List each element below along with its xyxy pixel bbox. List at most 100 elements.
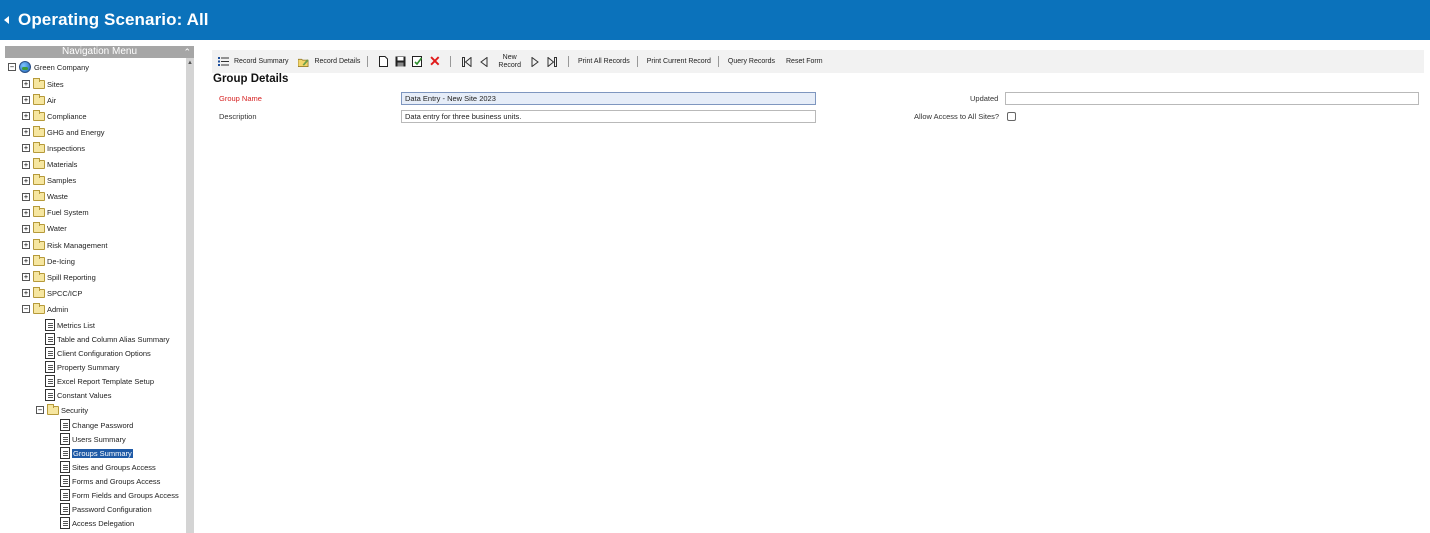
expand-icon[interactable]: + (22, 289, 30, 298)
first-record-icon[interactable] (461, 56, 472, 67)
folder-icon (33, 77, 45, 89)
nav-scrollbar[interactable]: ▲ (186, 58, 194, 533)
collapse-icon[interactable]: − (8, 63, 16, 71)
print-all-records-button[interactable]: Print All Records (578, 58, 630, 65)
list-icon (218, 56, 229, 67)
tree-item-label: Spill Reporting (47, 272, 96, 282)
tree-folder[interactable]: + Inspections (22, 141, 85, 155)
tree-item[interactable]: Property Summary (45, 360, 120, 374)
tree-item-label: Password Configuration (72, 504, 152, 514)
document-icon (60, 517, 70, 529)
expand-icon[interactable]: + (22, 241, 30, 249)
tree-item-label: Materials (47, 160, 78, 169)
folder-icon (33, 141, 45, 153)
navigation-menu-header: Navigation Menu ⌃ (5, 46, 194, 58)
previous-record-icon[interactable] (478, 56, 489, 67)
new-document-icon[interactable] (378, 56, 389, 67)
expand-icon[interactable]: + (22, 208, 30, 217)
folder-icon (33, 206, 45, 218)
collapse-icon[interactable]: − (22, 305, 30, 314)
collapse-arrow-icon[interactable] (4, 16, 9, 24)
expand-icon[interactable]: + (22, 192, 30, 201)
tree-folder[interactable]: + Risk Management (22, 238, 107, 252)
tree-root[interactable]: − Green Company (8, 60, 89, 74)
folder-icon (33, 254, 45, 266)
tree-item[interactable]: Metrics List (45, 318, 95, 332)
tree-item[interactable]: Forms and Groups Access (60, 474, 160, 488)
tree-folder[interactable]: + Fuel System (22, 206, 89, 220)
tree-folder[interactable]: + Air (22, 93, 56, 107)
last-record-icon[interactable] (547, 56, 558, 67)
collapse-menu-icon[interactable]: ⌃ (183, 46, 191, 58)
folder-icon (33, 109, 45, 121)
description-field[interactable]: Data entry for three business units. (401, 110, 816, 123)
tree-folder[interactable]: + Compliance (22, 109, 87, 123)
tree-item-label: Property Summary (57, 362, 120, 372)
tree-folder[interactable]: + SPCC/ICP (22, 286, 82, 300)
tree-item[interactable]: Access Delegation (60, 516, 134, 530)
record-summary-button[interactable]: Record Summary (215, 56, 288, 67)
new-record-label: New Record (498, 53, 521, 69)
description-label: Description (219, 112, 257, 121)
tree-folder[interactable]: + Materials (22, 158, 77, 172)
collapse-icon[interactable]: − (36, 406, 44, 414)
tree-item-label: Constant Values (57, 390, 112, 400)
expand-icon[interactable]: + (22, 257, 30, 266)
tree-folder-security[interactable]: − Security (36, 403, 88, 417)
query-records-button[interactable]: Query Records (728, 58, 775, 65)
expand-icon[interactable]: + (22, 160, 30, 169)
tree-item-label: Fuel System (47, 208, 89, 218)
navigation-menu: Navigation Menu ⌃ ▲ − Green Company + Sites… (5, 46, 194, 533)
tree-item[interactable]: Change Password (60, 418, 133, 432)
expand-icon[interactable]: + (22, 112, 30, 121)
reset-form-button[interactable]: Reset Form (786, 58, 823, 65)
expand-icon[interactable]: + (22, 80, 30, 88)
print-current-record-button[interactable]: Print Current Record (647, 58, 711, 65)
tree-folder[interactable]: + Water (22, 222, 67, 236)
tree-item[interactable]: Excel Report Template Setup (45, 374, 154, 388)
tree-item-label: Security (61, 405, 89, 415)
next-record-icon[interactable] (530, 56, 541, 67)
tree-item-label: De-Icing (47, 256, 75, 266)
tree-folder[interactable]: + Spill Reporting (22, 270, 96, 284)
delete-icon[interactable]: ✕ (429, 53, 441, 69)
expand-icon[interactable]: + (22, 128, 30, 137)
tree-item-selected[interactable]: Groups Summary (60, 446, 133, 460)
allow-access-checkbox[interactable] (1007, 112, 1016, 121)
tree-item[interactable]: Sites and Groups Access (60, 460, 156, 474)
tree-folder[interactable]: + GHG and Energy (22, 125, 105, 139)
save-and-close-icon[interactable] (412, 56, 423, 67)
tree-folder[interactable]: + Sites (22, 77, 64, 91)
tree-item[interactable]: Table and Column Alias Summary (45, 332, 170, 346)
folder-icon (47, 403, 59, 415)
tree-item-label: Green Company (34, 62, 90, 72)
tree-item-label: GHG and Energy (47, 127, 105, 137)
new-record-button[interactable]: New Record (498, 54, 521, 70)
tree-folder[interactable]: − Admin (22, 302, 68, 316)
tree-item[interactable]: Password Configuration (60, 502, 152, 516)
save-icon[interactable] (395, 56, 406, 67)
tree-item[interactable]: Constant Values (45, 388, 111, 402)
tree-item[interactable]: Form Fields and Groups Access (60, 488, 179, 502)
group-name-field[interactable]: Data Entry - New Site 2023 (401, 92, 816, 105)
expand-icon[interactable]: + (22, 96, 30, 105)
expand-icon[interactable]: + (22, 176, 30, 185)
expand-icon[interactable]: + (22, 273, 30, 282)
document-icon (60, 461, 70, 473)
record-details-button[interactable]: Record Details (295, 56, 360, 67)
tree-item-label: Client Configuration Options (57, 348, 151, 358)
tree-folder[interactable]: + Samples (22, 174, 76, 188)
updated-field[interactable] (1005, 92, 1419, 105)
expand-icon[interactable]: + (22, 144, 30, 153)
tree-item[interactable]: Users Summary (60, 432, 126, 446)
app-header: Operating Scenario: All (0, 0, 1430, 40)
tree-item-label: Air (47, 95, 57, 105)
tree-item-label: Metrics List (57, 320, 95, 330)
tree-folder[interactable]: + Waste (22, 190, 68, 204)
scroll-up-icon[interactable]: ▲ (187, 60, 193, 66)
expand-icon[interactable]: + (22, 224, 30, 233)
toolbar-separator (636, 56, 638, 67)
document-icon (45, 375, 55, 387)
tree-item[interactable]: Client Configuration Options (45, 346, 151, 360)
tree-folder[interactable]: + De-Icing (22, 254, 75, 268)
